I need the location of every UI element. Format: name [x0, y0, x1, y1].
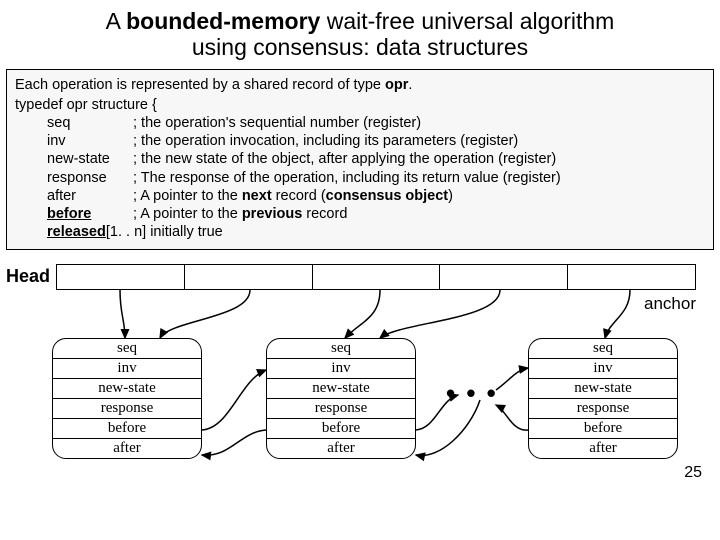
def-typedef: typedef opr structure {: [15, 96, 705, 114]
rec-row: after: [53, 439, 201, 458]
field-desc-inv: ; the operation invocation, including it…: [133, 133, 518, 149]
anchor-label: anchor: [644, 294, 696, 314]
field-kw-before: before: [47, 205, 133, 223]
field-kw-newstate: new-state: [47, 150, 133, 168]
def-intro-bold: opr: [385, 77, 408, 93]
head-cell: [568, 265, 695, 289]
slide-title: A bounded-memory wait-free universal alg…: [0, 0, 720, 63]
field-desc-response: ; The response of the operation, includi…: [133, 170, 561, 186]
field-kw-released: released: [47, 223, 106, 241]
title-rest: wait-free universal algorithm: [320, 8, 614, 34]
head-cell: [440, 265, 568, 289]
rec-row: seq: [529, 339, 677, 359]
rec-row: seq: [267, 339, 415, 359]
head-label: Head: [6, 266, 50, 287]
rec-row: before: [53, 419, 201, 439]
diagram-area: Head anchor seq inv new-state re: [0, 260, 720, 490]
rec-row: before: [529, 419, 677, 439]
field-desc-seq: ; the operation's sequential number (reg…: [133, 115, 421, 131]
rec-row: after: [267, 439, 415, 458]
rec-row: after: [529, 439, 677, 458]
title-line2: using consensus: data structures: [20, 34, 700, 60]
def-intro-a: Each operation is represented by a share…: [15, 77, 385, 93]
rec-row: new-state: [529, 379, 677, 399]
field-desc-newstate: ; the new state of the object, after app…: [133, 151, 556, 167]
field-kw-response: response: [47, 169, 133, 187]
record-box: seq inv new-state response before after: [266, 338, 416, 459]
rec-row: new-state: [53, 379, 201, 399]
rec-row: inv: [53, 359, 201, 379]
definition-box: Each operation is represented by a share…: [6, 69, 714, 250]
rec-row: new-state: [267, 379, 415, 399]
record-box: seq inv new-state response before after: [52, 338, 202, 459]
rec-row: inv: [529, 359, 677, 379]
title-bold: bounded-memory: [126, 8, 320, 34]
def-intro-c: .: [408, 77, 412, 93]
head-cell: [185, 265, 313, 289]
page-number: 25: [684, 464, 702, 482]
rec-row: seq: [53, 339, 201, 359]
rec-row: response: [267, 399, 415, 419]
head-cell: [313, 265, 441, 289]
field-kw-after: after: [47, 187, 133, 205]
field-kw-inv: inv: [47, 132, 133, 150]
rec-row: before: [267, 419, 415, 439]
field-kw-seq: seq: [47, 114, 133, 132]
head-array: [56, 264, 696, 290]
ellipsis: • • •: [446, 378, 498, 409]
rec-row: inv: [267, 359, 415, 379]
rec-row: response: [53, 399, 201, 419]
rec-row: response: [529, 399, 677, 419]
head-cell: [57, 265, 185, 289]
record-box: seq inv new-state response before after: [528, 338, 678, 459]
title-prefix: A: [106, 8, 126, 34]
